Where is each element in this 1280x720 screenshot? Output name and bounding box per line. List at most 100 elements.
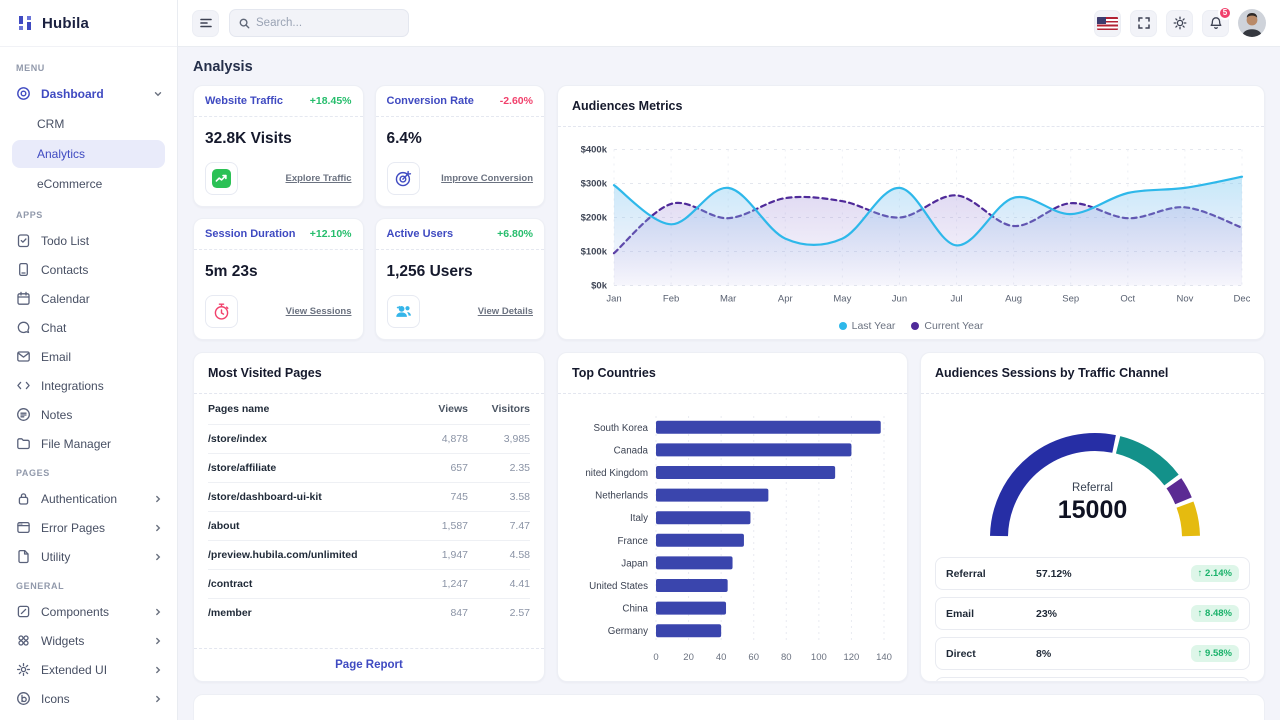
sidebar-item[interactable]: Icons <box>0 684 177 713</box>
table-row[interactable]: /about 1,587 7.47 <box>208 512 530 541</box>
error-pages-icon <box>16 520 31 535</box>
table-row[interactable]: /store/affiliate 657 2.35 <box>208 454 530 483</box>
stat-card-link[interactable]: View Details <box>478 306 533 317</box>
sidebar-nav: MENU Dashboard CRM Analytics eCommerce A… <box>0 47 177 720</box>
table-row[interactable]: /preview.hubila.com/unlimited 1,947 4.58 <box>208 541 530 570</box>
table-row[interactable]: /store/dashboard-ui-kit 745 3.58 <box>208 483 530 512</box>
search-input[interactable] <box>256 17 399 29</box>
sidebar-item-dashboard[interactable]: Dashboard <box>0 79 177 108</box>
stat-card: Website Traffic +18.45% 32.8K Visits Exp… <box>193 85 364 207</box>
svg-text:$400k: $400k <box>581 145 608 156</box>
audiences-metrics-card: Audiences Metrics $0k $100k $200k $300k $400… <box>557 85 1265 340</box>
table-row[interactable]: /member 847 2.57 <box>208 599 530 627</box>
cell-page-name: /preview.hubila.com/unlimited <box>208 549 358 561</box>
sidebar-item[interactable]: Components <box>0 597 177 626</box>
notifications-button[interactable]: 5 <box>1202 5 1232 37</box>
stat-card-link[interactable]: View Sessions <box>286 306 352 317</box>
sidebar-item[interactable]: Notes <box>0 400 177 429</box>
stat-card-title: Website Traffic <box>205 95 284 107</box>
cell-views: 4,878 <box>441 433 468 445</box>
app-root: Hubila MENU Dashboard CRM Analytics eCom… <box>0 0 1280 720</box>
sidebar-subitem[interactable]: eCommerce <box>12 170 165 198</box>
sidebar-subitem[interactable]: CRM <box>12 110 165 138</box>
sidebar-subitem[interactable]: Analytics <box>12 140 165 168</box>
cell-visitors: 4.41 <box>509 578 530 590</box>
sidebar-item-label: Calendar <box>41 291 90 306</box>
sidebar-item[interactable]: Calendar <box>0 284 177 313</box>
sidebar-item-label: Widgets <box>41 633 85 648</box>
legend-dot <box>911 322 920 330</box>
svg-text:100: 100 <box>811 652 827 663</box>
traffic-row[interactable]: Email 23% ↑ 8.48% <box>935 597 1250 630</box>
sidebar-item[interactable]: Todo List <box>0 226 177 255</box>
stat-card-value: 5m 23s <box>205 263 258 280</box>
table-header: Pages name Views Visitors <box>208 394 530 425</box>
page-report-link[interactable]: Page Report <box>194 648 544 681</box>
stat-card-delta: +6.80% <box>497 228 533 240</box>
sidebar-item[interactable]: File Manager <box>0 429 177 458</box>
traffic-row[interactable]: Direct 8% ↑ 9.58% <box>935 637 1250 670</box>
svg-text:Netherlands: Netherlands <box>595 491 648 502</box>
cell-page-name: /contract <box>208 578 253 590</box>
nav-section-label-apps: APPS <box>16 210 43 220</box>
svg-text:Italy: Italy <box>630 513 648 524</box>
sidebar-item[interactable]: Contacts <box>0 255 177 284</box>
svg-text:Apr: Apr <box>778 294 793 305</box>
card-header: Top Countries <box>558 353 907 394</box>
svg-text:China: China <box>622 604 648 615</box>
nav-section-general: Components Widgets Extended UI Icons <box>0 597 177 720</box>
notes-icon <box>16 407 31 422</box>
cell-views: 1,247 <box>441 578 468 590</box>
card-header: Audiences Sessions by Traffic Channel <box>921 353 1264 394</box>
traffic-row[interactable]: Social 12% ↑ 10.58% <box>935 677 1250 681</box>
sidebar-item[interactable]: Utility <box>0 542 177 571</box>
traffic-row[interactable]: Referral 57.12% ↑ 2.14% <box>935 557 1250 590</box>
sidebar-item[interactable]: Chat <box>0 313 177 342</box>
hubila-logo-icon <box>19 16 31 30</box>
table-row[interactable]: /contract 1,247 4.41 <box>208 570 530 599</box>
sidebar-item[interactable]: Extended UI <box>0 655 177 684</box>
col-visitors: Visitors <box>491 403 530 415</box>
sidebar-item-label: Extended UI <box>41 662 108 677</box>
sidebar-item-label: Icons <box>41 691 70 706</box>
sidebar-item[interactable]: Authentication <box>0 484 177 513</box>
menu-toggle-button[interactable] <box>192 9 219 37</box>
stat-card-link[interactable]: Explore Traffic <box>286 173 352 184</box>
cell-views: 1,947 <box>441 549 468 561</box>
calendar-icon <box>16 291 31 306</box>
icons-icon <box>16 691 31 706</box>
most-visited-card: Most Visited Pages Pages name Views Visi… <box>193 352 545 682</box>
traffic-row-value: 23% <box>1036 607 1058 620</box>
stat-card-link[interactable]: Improve Conversion <box>441 173 533 184</box>
sidebar-item[interactable]: Email <box>0 342 177 371</box>
dashboard-icon <box>16 86 31 101</box>
user-avatar[interactable] <box>1238 9 1266 37</box>
theme-toggle-button[interactable] <box>1166 9 1193 37</box>
search-box[interactable] <box>229 9 409 37</box>
table-row[interactable]: /store/index 4,878 3,985 <box>208 425 530 454</box>
svg-text:Oct: Oct <box>1120 294 1135 305</box>
components-icon <box>16 604 31 619</box>
sidebar-item-label: Chat <box>41 320 67 335</box>
fullscreen-button[interactable] <box>1130 9 1157 37</box>
svg-text:$100k: $100k <box>581 247 608 258</box>
chevron-right-icon <box>153 523 163 533</box>
cell-views: 1,587 <box>441 520 468 532</box>
svg-text:Aug: Aug <box>1005 294 1022 305</box>
stat-card-title: Session Duration <box>205 228 296 240</box>
sidebar-item[interactable]: Integrations <box>0 371 177 400</box>
language-button[interactable] <box>1094 9 1121 37</box>
chevron-right-icon <box>153 694 163 704</box>
sidebar-item-label: Error Pages <box>41 520 106 535</box>
legend-item-current-year[interactable]: Current Year <box>911 320 983 332</box>
legend-dot <box>838 322 847 330</box>
legend-item-last-year[interactable]: Last Year <box>838 320 895 332</box>
svg-text:120: 120 <box>843 652 859 663</box>
svg-text:Germany: Germany <box>608 626 648 637</box>
brand-logo[interactable]: Hubila <box>0 0 177 47</box>
chevron-right-icon <box>153 636 163 646</box>
sidebar-item-label: Email <box>41 349 72 364</box>
sidebar-item[interactable]: Error Pages <box>0 513 177 542</box>
sidebar-item[interactable]: Forms <box>0 713 177 720</box>
sidebar-item[interactable]: Widgets <box>0 626 177 655</box>
